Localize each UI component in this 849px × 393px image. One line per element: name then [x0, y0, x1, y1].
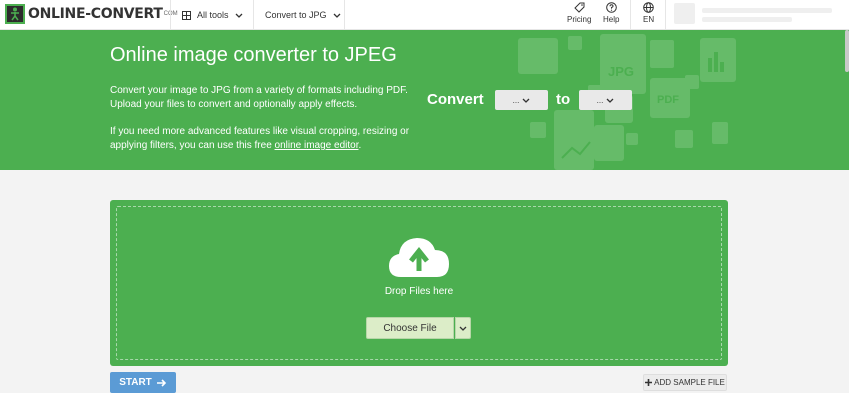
start-button[interactable]: START [110, 372, 176, 393]
start-label: START [119, 377, 152, 388]
chevron-down-icon [522, 98, 530, 103]
logo-mark-icon [5, 4, 25, 24]
nav-divider [665, 0, 666, 30]
language-selector[interactable]: EN [643, 2, 654, 24]
target-format-select[interactable]: ... [579, 90, 632, 110]
pricing-label: Pricing [567, 15, 592, 24]
account-placeholder-bar [702, 8, 832, 13]
question-icon [605, 2, 617, 13]
target-format-value: ... [596, 95, 604, 105]
chevron-down-icon [235, 13, 242, 18]
to-label: to [556, 91, 571, 108]
nav-divider [630, 0, 631, 30]
chevron-down-icon [459, 326, 467, 331]
cloud-upload-icon[interactable] [387, 235, 451, 279]
choose-file-dropdown-button[interactable] [455, 317, 471, 339]
source-format-value: ... [512, 95, 520, 105]
choose-file-button[interactable]: Choose File [366, 317, 454, 339]
scrollbar-thumb[interactable] [845, 30, 849, 72]
grid-icon [182, 10, 191, 20]
page-title: Online image converter to JPEG [110, 44, 397, 66]
top-navigation: ONLINE-CONVERT COM All tools Convert to … [0, 0, 849, 30]
pricing-link[interactable]: Pricing [567, 2, 591, 24]
add-sample-file-button[interactable]: ADD SAMPLE FILE [643, 374, 727, 391]
plus-icon [645, 379, 653, 386]
account-placeholder-bar [702, 17, 792, 22]
convert-label: Convert [427, 91, 484, 108]
chevron-down-icon [333, 13, 340, 18]
file-drop-zone[interactable] [110, 200, 728, 366]
arrow-right-icon [156, 378, 166, 387]
hero-description: Convert your image to JPG from a variety… [110, 85, 408, 110]
site-logo[interactable]: ONLINE-CONVERT COM [5, 3, 178, 25]
drop-files-text: Drop Files here [384, 286, 454, 297]
add-sample-file-label: ADD SAMPLE FILE [654, 378, 725, 387]
nav-divider [344, 0, 345, 30]
all-tools-menu[interactable]: All tools [182, 0, 243, 30]
convert-to-label: Convert to JPG [265, 10, 327, 20]
deco-pdf-text: PDF [657, 94, 679, 106]
advanced-text: If you need more advanced features like … [110, 126, 410, 151]
online-image-editor-link[interactable]: online image editor [275, 140, 359, 151]
help-label: Help [603, 15, 620, 24]
file-formats-illustration: JPG PDF [518, 34, 736, 170]
account-avatar-placeholder[interactable] [674, 3, 695, 24]
source-format-select[interactable]: ... [495, 90, 548, 110]
tag-icon [574, 2, 585, 13]
chevron-down-icon [606, 98, 614, 103]
hero-advanced-text: If you need more advanced features like … [110, 125, 420, 153]
logo-text: ONLINE-CONVERT [28, 6, 163, 22]
deco-jpg-text: JPG [608, 64, 634, 79]
nav-divider [170, 0, 171, 30]
language-label: EN [643, 15, 655, 24]
all-tools-label: All tools [197, 10, 229, 20]
globe-icon [643, 2, 654, 13]
help-link[interactable]: Help [603, 2, 619, 24]
hero-banner: JPG PDF Online image converter to JPEG C… [0, 30, 849, 170]
convert-to-menu[interactable]: Convert to JPG [265, 0, 341, 30]
nav-divider [253, 0, 254, 30]
advanced-text-end: . [358, 140, 362, 151]
